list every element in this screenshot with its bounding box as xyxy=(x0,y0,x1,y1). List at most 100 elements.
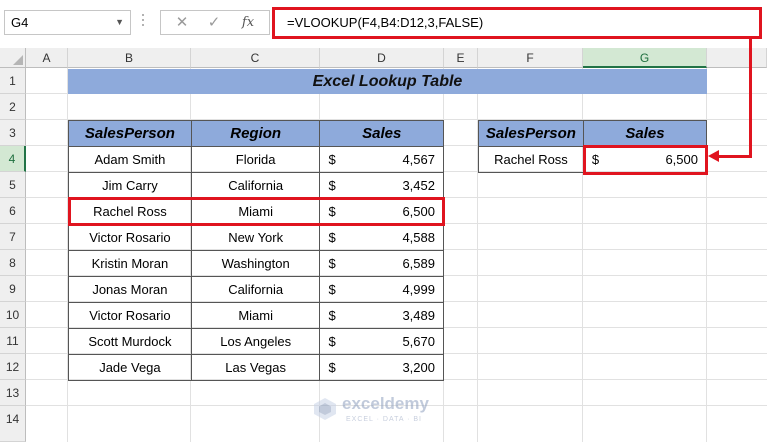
column-header-c[interactable]: C xyxy=(191,48,320,68)
select-all-button[interactable] xyxy=(0,48,26,68)
insert-function-icon[interactable]: fx xyxy=(235,11,261,34)
currency-symbol: $ xyxy=(328,360,336,375)
row-header-10[interactable]: 10 xyxy=(0,302,26,328)
salesperson-cell[interactable]: Jonas Moran xyxy=(68,276,192,303)
region-cell[interactable]: Los Angeles xyxy=(190,328,321,355)
sales-value: 4,999 xyxy=(402,282,435,297)
sales-cell[interactable]: $4,567 xyxy=(319,146,444,173)
sales-cell[interactable]: $5,670 xyxy=(319,328,444,355)
sales-value: 3,452 xyxy=(402,178,435,193)
formula-input[interactable]: =VLOOKUP(F4,B4:D12,3,FALSE) xyxy=(272,7,762,39)
sales-cell[interactable]: $6,589 xyxy=(319,250,444,277)
table-header-row: SalesPerson Region Sales xyxy=(68,120,444,147)
row-header-6[interactable]: 6 xyxy=(0,198,26,224)
row-header-12[interactable]: 12 xyxy=(0,354,26,380)
matched-row-highlight xyxy=(68,197,445,226)
region-cell[interactable]: California xyxy=(190,276,321,303)
currency-symbol: $ xyxy=(328,282,336,297)
watermark-name: exceldemy xyxy=(342,394,429,413)
row-header-4[interactable]: 4 xyxy=(0,146,26,172)
sales-cell[interactable]: $4,999 xyxy=(319,276,444,303)
arrow-connector xyxy=(717,155,752,158)
header-sales[interactable]: Sales xyxy=(319,120,444,147)
row-header-9[interactable]: 9 xyxy=(0,276,26,302)
currency-symbol: $ xyxy=(328,334,336,349)
formula-buttons: ✕ ✓ fx xyxy=(160,10,270,35)
table-row: Jonas Moran California $4,999 xyxy=(68,276,444,303)
lookup-header-salesperson[interactable]: SalesPerson xyxy=(478,120,584,147)
table-row: Victor Rosario Miami $3,489 xyxy=(68,302,444,329)
name-box[interactable]: G4 ▼ xyxy=(4,10,131,35)
sales-table: SalesPerson Region Sales Adam Smith Flor… xyxy=(68,120,444,381)
chevron-down-icon[interactable]: ▼ xyxy=(115,11,124,34)
region-cell[interactable]: California xyxy=(190,172,321,199)
sales-value: 5,670 xyxy=(402,334,435,349)
row-header-14[interactable]: 14 xyxy=(0,406,26,442)
sales-value: 6,589 xyxy=(402,256,435,271)
table-row: Jade Vega Las Vegas $3,200 xyxy=(68,354,444,381)
row-header-1[interactable]: 1 xyxy=(0,68,26,94)
table-row: Jim Carry California $3,452 xyxy=(68,172,444,199)
column-header-a[interactable]: A xyxy=(26,48,68,68)
currency-symbol: $ xyxy=(328,152,336,167)
salesperson-cell[interactable]: Scott Murdock xyxy=(68,328,192,355)
formula-bar-area: G4 ▼ ✕ ✓ fx =VLOOKUP(F4,B4:D12,3,FALSE) xyxy=(0,0,767,48)
salesperson-cell[interactable]: Victor Rosario xyxy=(68,302,192,329)
sales-cell[interactable]: $3,452 xyxy=(319,172,444,199)
header-salesperson[interactable]: SalesPerson xyxy=(68,120,192,147)
sales-cell[interactable]: $3,200 xyxy=(319,354,444,381)
column-header-g[interactable]: G xyxy=(583,48,707,68)
column-header-f[interactable]: F xyxy=(478,48,583,68)
row-header-8[interactable]: 8 xyxy=(0,250,26,276)
column-header-next[interactable] xyxy=(707,48,767,68)
lookup-header-sales[interactable]: Sales xyxy=(582,120,708,147)
drag-handle-icon[interactable] xyxy=(141,14,145,32)
salesperson-cell[interactable]: Kristin Moran xyxy=(68,250,192,277)
arrow-connector xyxy=(749,39,752,158)
lookup-salesperson-cell[interactable]: Rachel Ross xyxy=(478,146,584,173)
salesperson-cell[interactable]: Adam Smith xyxy=(68,146,192,173)
currency-symbol: $ xyxy=(328,308,336,323)
sheet-title[interactable]: Excel Lookup Table xyxy=(68,69,707,94)
region-cell[interactable]: Florida xyxy=(190,146,321,173)
currency-symbol: $ xyxy=(328,256,336,271)
row-header-5[interactable]: 5 xyxy=(0,172,26,198)
exceldemy-logo-icon xyxy=(314,398,336,420)
column-header-e[interactable]: E xyxy=(444,48,478,68)
enter-icon[interactable]: ✓ xyxy=(201,11,227,34)
header-region[interactable]: Region xyxy=(190,120,321,147)
cancel-icon[interactable]: ✕ xyxy=(169,11,195,34)
table-row: Scott Murdock Los Angeles $5,670 xyxy=(68,328,444,355)
sales-cell[interactable]: $4,588 xyxy=(319,224,444,251)
table-row: Adam Smith Florida $4,567 xyxy=(68,146,444,173)
salesperson-cell[interactable]: Jim Carry xyxy=(68,172,192,199)
result-cell-highlight xyxy=(583,145,708,175)
sales-cell[interactable]: $3,489 xyxy=(319,302,444,329)
row-header-13[interactable]: 13 xyxy=(0,380,26,406)
sales-value: 4,567 xyxy=(402,152,435,167)
sales-value: 4,588 xyxy=(402,230,435,245)
column-header-b[interactable]: B xyxy=(68,48,191,68)
row-header-3[interactable]: 3 xyxy=(0,120,26,146)
arrowhead-icon xyxy=(708,150,719,162)
region-cell[interactable]: Miami xyxy=(190,302,321,329)
region-cell[interactable]: Las Vegas xyxy=(190,354,321,381)
row-header-7[interactable]: 7 xyxy=(0,224,26,250)
row-header-11[interactable]: 11 xyxy=(0,328,26,354)
row-header-2[interactable]: 2 xyxy=(0,94,26,120)
table-row: Kristin Moran Washington $6,589 xyxy=(68,250,444,277)
watermark-logo: exceldemy EXCEL · DATA · BI xyxy=(312,392,462,432)
region-cell[interactable]: New York xyxy=(190,224,321,251)
sales-value: 3,200 xyxy=(402,360,435,375)
currency-symbol: $ xyxy=(328,230,336,245)
name-box-value: G4 xyxy=(11,15,29,30)
salesperson-cell[interactable]: Victor Rosario xyxy=(68,224,192,251)
lookup-header-row: SalesPerson Sales xyxy=(478,120,708,147)
currency-symbol: $ xyxy=(328,178,336,193)
salesperson-cell[interactable]: Jade Vega xyxy=(68,354,192,381)
table-row: Victor Rosario New York $4,588 xyxy=(68,224,444,251)
column-header-d[interactable]: D xyxy=(320,48,444,68)
watermark-tagline: EXCEL · DATA · BI xyxy=(346,416,422,423)
region-cell[interactable]: Washington xyxy=(190,250,321,277)
sales-value: 3,489 xyxy=(402,308,435,323)
